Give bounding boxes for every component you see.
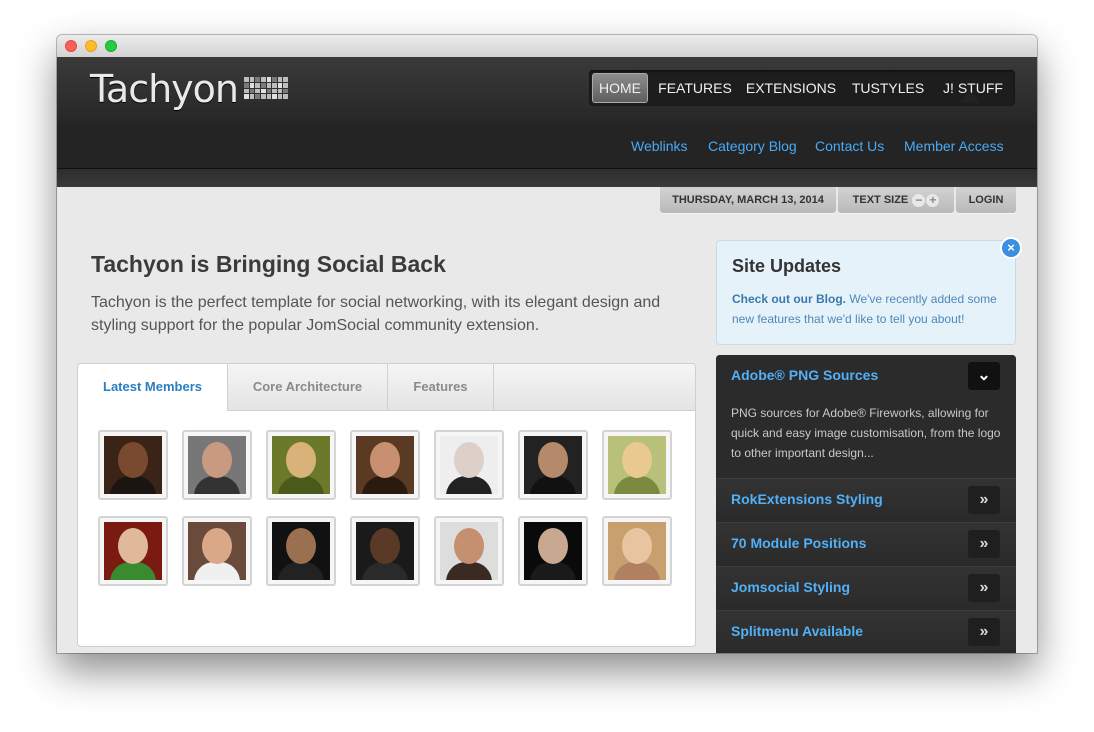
avatar-photo	[608, 522, 666, 580]
avatar-photo	[188, 436, 246, 494]
tab-bar: Latest Members Core Architecture Feature…	[78, 364, 695, 411]
member-avatar[interactable]	[434, 430, 504, 500]
text-size-label: TEXT SIZE	[852, 194, 909, 206]
logo-grid-icon	[244, 77, 288, 99]
member-avatar[interactable]	[602, 430, 672, 500]
site-updates-title: Site Updates	[732, 256, 842, 276]
decrease-text-icon[interactable]: −	[912, 193, 926, 207]
accordion-label[interactable]: Splitmenu Available	[731, 623, 863, 639]
avatar-photo	[104, 436, 162, 494]
main-navigation: HOME FEATURES EXTENSIONS TUSTYLES J! STU…	[589, 70, 1015, 106]
accordion-item-jomsocial[interactable]: Jomsocial Styling »	[716, 566, 1016, 610]
site-updates-text: Check out our Blog. We've recently added…	[732, 289, 1007, 329]
member-avatar[interactable]	[182, 430, 252, 500]
accordion-item-rokextensions[interactable]: RokExtensions Styling »	[716, 478, 1016, 522]
nav-item-extensions[interactable]: EXTENSIONS	[743, 73, 839, 103]
browser-window: Tachyon HOME FEATURES EXTENSIONS TUSTYLE…	[57, 35, 1037, 653]
avatar-photo	[524, 522, 582, 580]
avatar-photo	[356, 522, 414, 580]
zoom-window-button[interactable]	[105, 40, 117, 52]
nav-item-tustyles[interactable]: TUSTYLES	[845, 73, 931, 103]
avatar-photo	[272, 436, 330, 494]
sub-navigation: Weblinks Category Blog Contact Us Member…	[57, 125, 1037, 169]
close-window-button[interactable]	[65, 40, 77, 52]
member-avatar[interactable]	[350, 430, 420, 500]
member-avatar[interactable]	[182, 516, 252, 586]
member-avatar[interactable]	[518, 430, 588, 500]
subnav-weblinks[interactable]: Weblinks	[631, 138, 688, 154]
site-updates-panel: Site Updates Check out our Blog. We've r…	[716, 240, 1016, 345]
tab-features[interactable]: Features	[388, 364, 494, 410]
member-avatar[interactable]	[266, 516, 336, 586]
close-icon[interactable]: ×	[1000, 237, 1022, 259]
accordion-item-adobe-png[interactable]: Adobe® PNG Sources ⌄ PNG sources for Ado…	[716, 355, 1016, 478]
subnav-contact-us[interactable]: Contact Us	[815, 138, 884, 154]
blog-link[interactable]: Check out our Blog.	[732, 292, 846, 306]
features-accordion: Adobe® PNG Sources ⌄ PNG sources for Ado…	[716, 355, 1016, 653]
member-avatar[interactable]	[98, 430, 168, 500]
member-avatar[interactable]	[350, 516, 420, 586]
avatar-photo	[272, 522, 330, 580]
page-content: THURSDAY, MARCH 13, 2014 TEXT SIZE − + LO…	[57, 187, 1037, 653]
avatar-photo	[356, 436, 414, 494]
member-avatar[interactable]	[434, 516, 504, 586]
text-size-control: TEXT SIZE − +	[838, 187, 954, 213]
chevron-right-icon[interactable]: »	[968, 486, 1000, 514]
minimize-window-button[interactable]	[85, 40, 97, 52]
avatar-photo	[524, 436, 582, 494]
nav-pointer-arrow	[960, 91, 980, 103]
member-avatar[interactable]	[518, 516, 588, 586]
avatar-photo	[104, 522, 162, 580]
tab-core-architecture[interactable]: Core Architecture	[228, 364, 388, 410]
login-button[interactable]: LOGIN	[956, 187, 1016, 213]
chevron-right-icon[interactable]: »	[968, 574, 1000, 602]
window-titlebar	[57, 35, 1037, 58]
page-title: Tachyon is Bringing Social Back	[91, 251, 446, 277]
nav-item-home[interactable]: HOME	[592, 73, 648, 103]
member-avatar[interactable]	[266, 430, 336, 500]
accordion-description: PNG sources for Adobe® Fireworks, allowi…	[731, 406, 1001, 460]
tabbed-module: Latest Members Core Architecture Feature…	[77, 363, 696, 647]
accordion-item-splitmenu[interactable]: Splitmenu Available »	[716, 610, 1016, 653]
accordion-label[interactable]: 70 Module Positions	[731, 535, 866, 551]
member-avatar[interactable]	[602, 516, 672, 586]
accordion-label[interactable]: RokExtensions Styling	[731, 491, 883, 507]
accordion-label[interactable]: Jomsocial Styling	[731, 579, 850, 595]
avatar-photo	[440, 522, 498, 580]
avatar-photo	[440, 436, 498, 494]
avatar-photo	[188, 522, 246, 580]
increase-text-icon[interactable]: +	[926, 193, 940, 207]
tab-latest-members[interactable]: Latest Members	[78, 364, 228, 411]
avatar-photo	[608, 436, 666, 494]
subnav-category-blog[interactable]: Category Blog	[708, 138, 797, 154]
intro-text: Tachyon is the perfect template for soci…	[91, 294, 661, 334]
site-logo[interactable]: Tachyon	[90, 67, 239, 111]
header-bottom-strip	[57, 169, 1037, 187]
date-display: THURSDAY, MARCH 13, 2014	[660, 187, 836, 213]
chevron-right-icon[interactable]: »	[968, 618, 1000, 646]
accordion-item-module-positions[interactable]: 70 Module Positions »	[716, 522, 1016, 566]
subnav-member-access[interactable]: Member Access	[904, 138, 1004, 154]
member-avatar[interactable]	[98, 516, 168, 586]
accordion-label[interactable]: Adobe® PNG Sources	[731, 367, 878, 383]
chevron-down-icon[interactable]: ⌄	[968, 362, 1000, 390]
chevron-right-icon[interactable]: »	[968, 530, 1000, 558]
nav-item-features[interactable]: FEATURES	[653, 73, 737, 103]
site-header: Tachyon HOME FEATURES EXTENSIONS TUSTYLE…	[57, 57, 1037, 126]
